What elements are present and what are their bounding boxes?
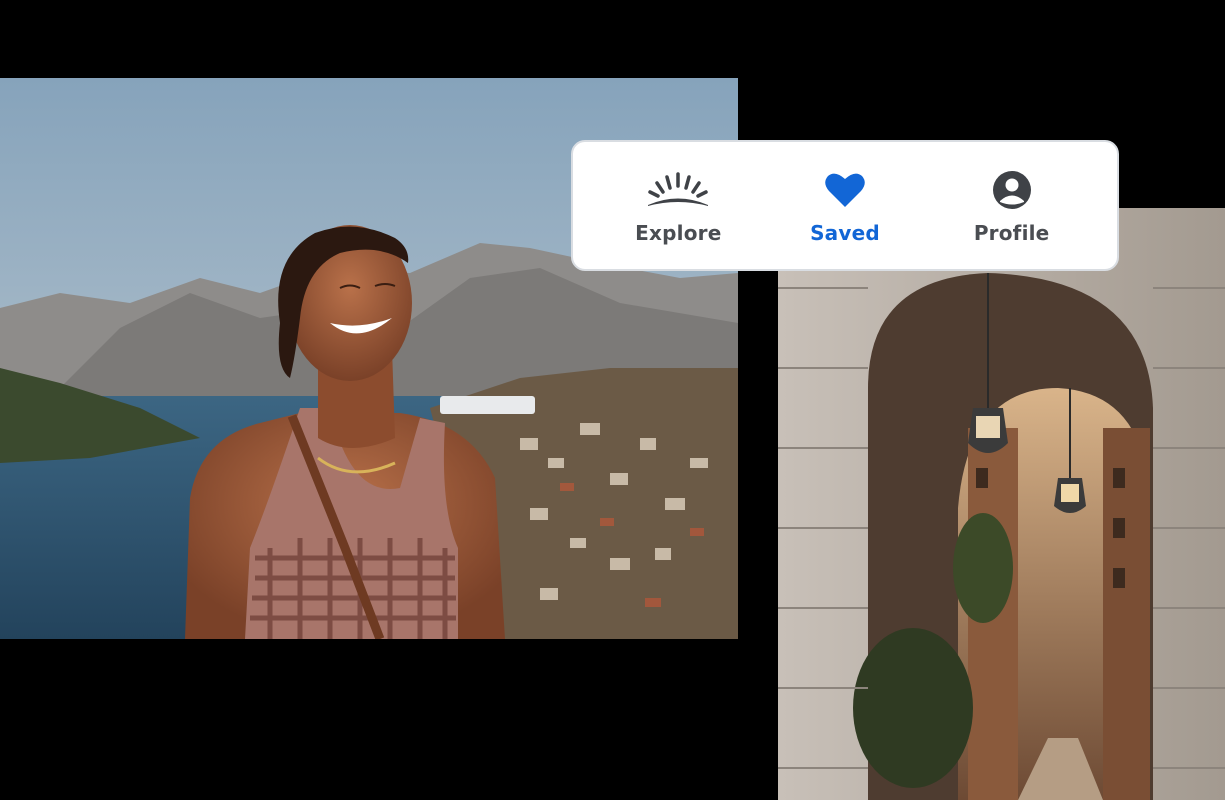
- tab-profile-label: Profile: [973, 220, 1050, 245]
- sunrise-icon: [646, 167, 710, 213]
- tab-explore[interactable]: Explore: [603, 167, 753, 245]
- bottom-tab-bar: Explore Saved Profile: [571, 140, 1119, 271]
- tab-profile[interactable]: Profile: [937, 167, 1087, 245]
- person-circle-icon: [991, 167, 1033, 213]
- promo-canvas: Explore Saved Profile: [0, 0, 1225, 800]
- archway-street-photo: [778, 208, 1225, 800]
- tab-explore-label: Explore: [635, 220, 722, 245]
- heart-icon: [824, 167, 866, 213]
- tab-saved[interactable]: Saved: [770, 167, 920, 245]
- tab-saved-label: Saved: [810, 220, 880, 245]
